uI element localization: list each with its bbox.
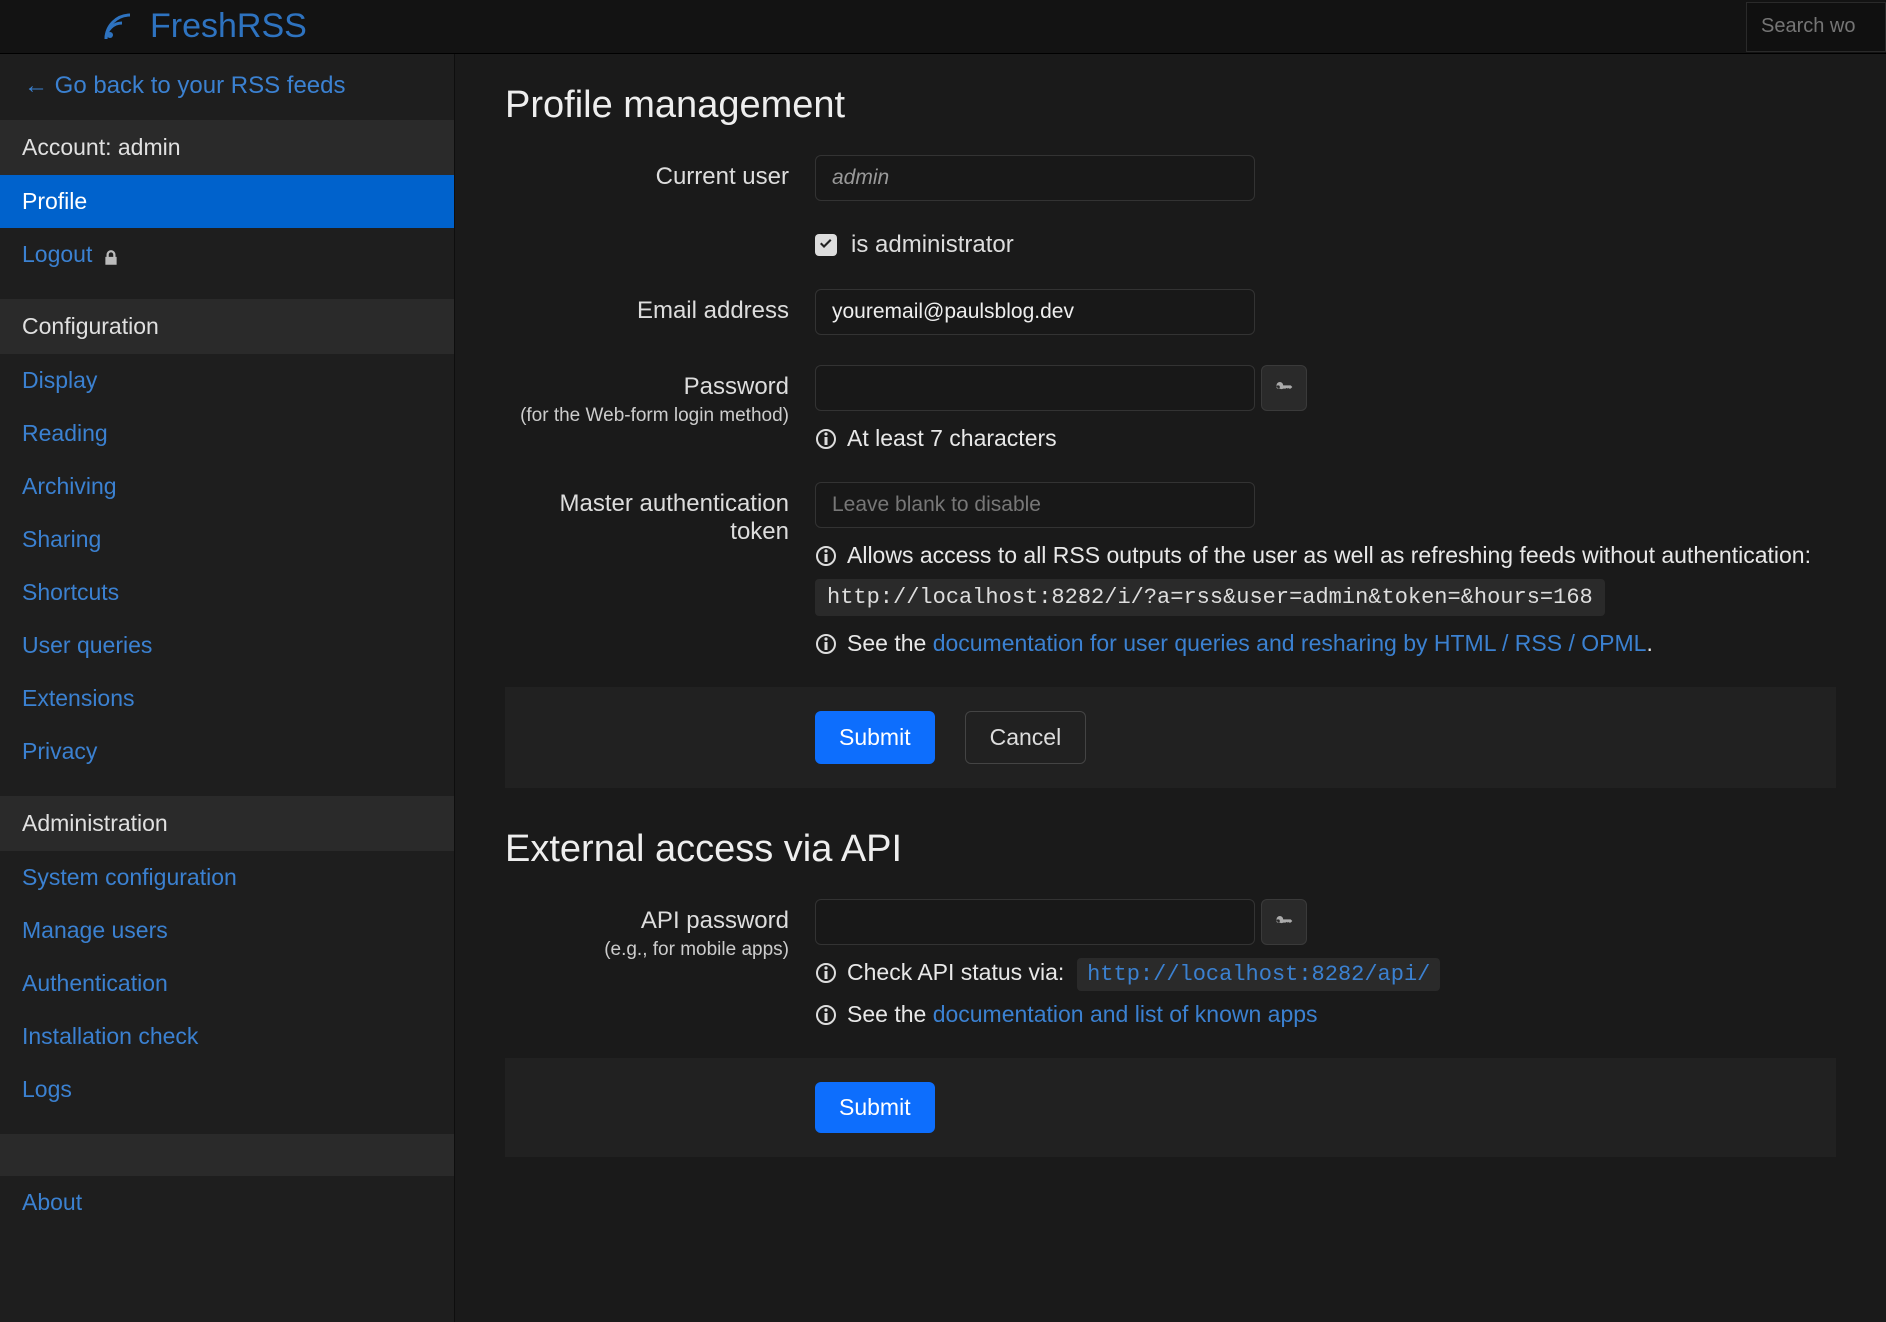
api-doc-line: See the documentation and list of known … [847,1001,1318,1028]
search-input[interactable] [1746,2,1886,52]
page-title: Profile management [505,84,1836,127]
password-hint: At least 7 characters [847,425,1057,452]
sidebar-item-shortcuts[interactable]: Shortcuts [0,566,454,619]
sidebar-separator [0,1134,454,1176]
info-icon [815,1004,837,1026]
sidebar-header-administration: Administration [0,796,454,851]
sidebar-item-label: Privacy [22,738,97,765]
sidebar-item-installation-check[interactable]: Installation check [0,1010,454,1063]
token-input[interactable] [815,482,1255,528]
submit-button-api[interactable]: Submit [815,1082,935,1133]
sidebar-item-reading[interactable]: Reading [0,407,454,460]
sidebar-item-extensions[interactable]: Extensions [0,672,454,725]
sidebar-item-user-queries[interactable]: User queries [0,619,454,672]
sidebar-item-logout[interactable]: Logout [0,228,454,281]
is-admin-label: is administrator [851,231,1014,259]
sidebar-item-about[interactable]: About [0,1176,454,1229]
sidebar-item-label: Archiving [22,473,117,500]
row-token: Master authentication token Allows acces… [505,482,1836,657]
sidebar-item-label: Profile [22,188,87,215]
token-hint: Allows access to all RSS outputs of the … [847,542,1811,569]
sidebar-header-account: Account: admin [0,120,454,175]
sidebar-item-profile[interactable]: Profile [0,175,454,228]
lock-icon [102,246,120,264]
sidebar-item-label: Reading [22,420,108,447]
page-title-api: External access via API [505,828,1836,871]
sidebar-item-label: Logs [22,1076,72,1103]
row-password: Password (for the Web-form login method) [505,365,1836,452]
brand-text: FreshRSS [150,7,307,46]
label-password-sub: (for the Web-form login method) [505,405,789,427]
label-current-user: Current user [505,155,815,191]
submit-button[interactable]: Submit [815,711,935,764]
submit-bar-api: Submit [505,1058,1836,1157]
key-icon [1274,377,1294,400]
sidebar-item-sharing[interactable]: Sharing [0,513,454,566]
label-email: Email address [505,289,815,325]
row-current-user: Current user [505,155,1836,201]
sidebar: ← Go back to your RSS feeds Account: adm… [0,54,455,1322]
token-doc-link[interactable]: documentation for user queries and resha… [933,630,1647,656]
sidebar-item-authentication[interactable]: Authentication [0,957,454,1010]
key-icon [1274,911,1294,934]
sidebar-item-system-configuration[interactable]: System configuration [0,851,454,904]
sidebar-item-label: Manage users [22,917,168,944]
sidebar-item-label: Display [22,367,97,394]
topbar: FreshRSS [0,0,1886,54]
api-check-line: Check API status via: http://localhost:8… [847,959,1440,987]
row-email: Email address [505,289,1836,335]
brand-link[interactable]: FreshRSS [100,7,307,46]
api-password-reveal-button[interactable] [1261,899,1307,945]
row-api-password: API password (e.g., for mobile apps) [505,899,1836,1028]
sidebar-item-label: Shortcuts [22,579,119,606]
sidebar-item-archiving[interactable]: Archiving [0,460,454,513]
sidebar-item-label: System configuration [22,864,237,891]
sidebar-header-configuration: Configuration [0,299,454,354]
password-input[interactable] [815,365,1255,411]
freshrss-logo-icon [100,9,136,45]
is-admin-checkbox[interactable] [815,234,837,256]
main-content: Profile management Current user is admin… [455,54,1886,1322]
sidebar-item-label: Sharing [22,526,101,553]
sidebar-item-label: Authentication [22,970,168,997]
sidebar-item-manage-users[interactable]: Manage users [0,904,454,957]
info-icon [815,633,837,655]
email-input[interactable] [815,289,1255,335]
sidebar-item-logs[interactable]: Logs [0,1063,454,1116]
sidebar-item-label: User queries [22,632,152,659]
password-reveal-button[interactable] [1261,365,1307,411]
label-api-password: API password (e.g., for mobile apps) [505,899,815,961]
search-wrap [1746,2,1886,52]
row-is-admin: is administrator [505,231,1836,259]
info-icon [815,428,837,450]
sidebar-item-label: Installation check [22,1023,198,1050]
token-doc-line: See the documentation for user queries a… [847,630,1653,657]
token-url-code[interactable]: http://localhost:8282/i/?a=rss&user=admi… [815,579,1605,616]
sidebar-item-display[interactable]: Display [0,354,454,407]
api-status-link[interactable]: http://localhost:8282/api/ [1077,958,1440,991]
label-password: Password (for the Web-form login method) [505,365,815,427]
sidebar-item-label: Logout [22,241,92,268]
back-to-feeds-link[interactable]: ← Go back to your RSS feeds [0,54,454,120]
info-icon [815,962,837,984]
sidebar-item-label: Extensions [22,685,135,712]
label-token: Master authentication token [505,482,815,546]
sidebar-item-privacy[interactable]: Privacy [0,725,454,778]
api-doc-link[interactable]: documentation and list of known apps [933,1001,1318,1027]
label-api-sub: (e.g., for mobile apps) [505,939,789,961]
cancel-button[interactable]: Cancel [965,711,1087,764]
api-password-input[interactable] [815,899,1255,945]
current-user-input [815,155,1255,201]
sidebar-item-label: About [22,1189,82,1216]
submit-bar-profile: Submit Cancel [505,687,1836,788]
info-icon [815,545,837,567]
